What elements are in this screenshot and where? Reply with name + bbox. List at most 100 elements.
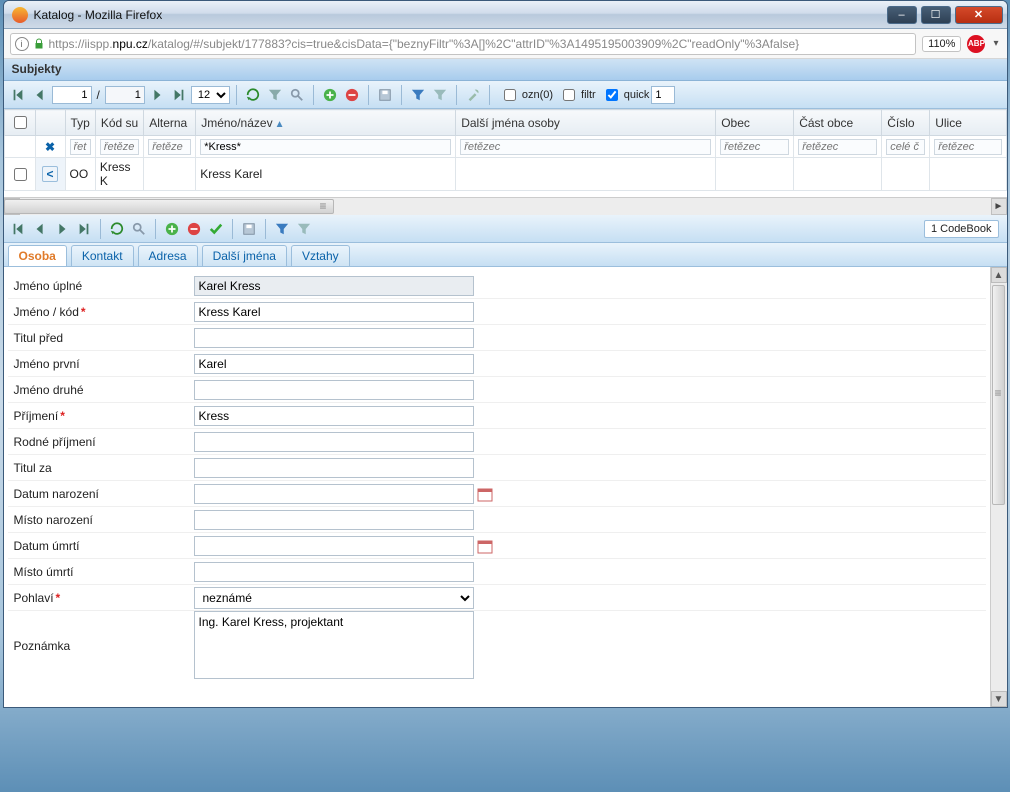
first-page-button[interactable] <box>8 85 28 105</box>
field-pohlavi[interactable]: neznámé <box>194 587 474 609</box>
detail-add-button[interactable] <box>162 219 182 239</box>
detail-filter-off-button[interactable] <box>294 219 314 239</box>
detail-first-button[interactable] <box>8 219 28 239</box>
filter-jmeno[interactable] <box>200 139 451 155</box>
grid-toolbar: / 12 ozn(0) filtr quick <box>4 81 1007 109</box>
adblock-dropdown-icon[interactable]: ▾ <box>991 38 1000 49</box>
quick-checkbox[interactable]: quick <box>602 86 650 104</box>
calendar-icon[interactable] <box>476 537 494 555</box>
page-input[interactable] <box>52 86 92 104</box>
firefox-icon <box>12 7 28 23</box>
window-minimize-button[interactable]: – <box>887 6 917 24</box>
detail-filter-on-button[interactable] <box>272 219 292 239</box>
person-form: Jméno úplné Jméno / kód* Titul před Jmén… <box>4 267 990 707</box>
url-domain: npu.cz <box>113 37 148 51</box>
save-disk-button[interactable] <box>375 85 395 105</box>
funnel-button[interactable] <box>265 85 285 105</box>
url-input[interactable]: i https://iispp.npu.cz/katalog/#/subjekt… <box>10 33 917 55</box>
window-maximize-button[interactable]: ☐ <box>921 6 951 24</box>
page-info-icon[interactable]: i <box>15 37 29 51</box>
filter-row: ✖ <box>4 136 1006 158</box>
tab-adresa[interactable]: Adresa <box>138 245 198 266</box>
field-mistumr[interactable] <box>194 562 474 582</box>
adblock-icon[interactable]: ABP <box>967 35 985 53</box>
detail-remove-button[interactable] <box>184 219 204 239</box>
scroll-vthumb[interactable] <box>992 285 1005 505</box>
filter-dalsi[interactable] <box>460 139 711 155</box>
scroll-up-arrow[interactable]: ▲ <box>991 267 1007 283</box>
filter-kodsu[interactable] <box>100 139 139 155</box>
tab-osoba[interactable]: Osoba <box>8 245 67 266</box>
detail-confirm-button[interactable] <box>206 219 226 239</box>
cell-typ: OO <box>65 158 95 191</box>
field-mistnar[interactable] <box>194 510 474 530</box>
field-titulpred[interactable] <box>194 328 474 348</box>
add-button[interactable] <box>320 85 340 105</box>
field-datnar[interactable] <box>194 484 474 504</box>
detail-last-button[interactable] <box>74 219 94 239</box>
scroll-down-arrow[interactable]: ▼ <box>991 691 1007 707</box>
col-typ[interactable]: Typ <box>65 110 95 136</box>
page-separator: / <box>94 88 103 102</box>
table-row[interactable]: < OO Kress K Kress Karel <box>4 158 1006 191</box>
next-page-button[interactable] <box>147 85 167 105</box>
select-all-checkbox[interactable] <box>14 116 27 129</box>
col-kodsu[interactable]: Kód su <box>95 110 143 136</box>
field-datumr[interactable] <box>194 536 474 556</box>
filter-castobce[interactable] <box>798 139 877 155</box>
scroll-right-arrow[interactable]: ► <box>991 198 1007 215</box>
col-cislo[interactable]: Číslo <box>882 110 930 136</box>
refresh-button[interactable] <box>243 85 263 105</box>
cell-jmeno: Kress Karel <box>196 158 456 191</box>
ozn-checkbox[interactable]: ozn(0) <box>500 86 553 104</box>
col-castobce[interactable]: Část obce <box>794 110 882 136</box>
filter-typ[interactable] <box>70 139 91 155</box>
detail-prev-button[interactable] <box>30 219 50 239</box>
tab-vztahy[interactable]: Vztahy <box>291 245 350 266</box>
row-checkbox[interactable] <box>14 168 27 181</box>
detail-next-button[interactable] <box>52 219 72 239</box>
filter-off-button[interactable] <box>430 85 450 105</box>
filtr-checkbox[interactable]: filtr <box>559 86 596 104</box>
clear-filter-icon[interactable]: ✖ <box>45 140 55 154</box>
detail-search-button[interactable] <box>129 219 149 239</box>
field-jmenoprvni[interactable] <box>194 354 474 374</box>
filter-obec[interactable] <box>720 139 789 155</box>
form-vertical-scrollbar[interactable]: ▲ ▼ <box>990 267 1007 707</box>
col-jmeno[interactable]: Jméno/název▲ <box>196 110 456 136</box>
field-titulza[interactable] <box>194 458 474 478</box>
field-poznamka[interactable] <box>194 611 474 679</box>
col-ulice[interactable]: Ulice <box>930 110 1006 136</box>
tab-kontakt[interactable]: Kontakt <box>71 245 134 266</box>
row-collapse-icon[interactable]: < <box>42 166 57 182</box>
field-prijmeni[interactable] <box>194 406 474 426</box>
filter-cislo[interactable] <box>886 139 925 155</box>
filter-on-button[interactable] <box>408 85 428 105</box>
label-pohlavi: Pohlaví* <box>8 587 194 609</box>
last-page-button[interactable] <box>169 85 189 105</box>
detail-save-button[interactable] <box>239 219 259 239</box>
window-close-button[interactable]: ✕ <box>955 6 1003 24</box>
filter-ulice[interactable] <box>934 139 1001 155</box>
quick-value-input[interactable] <box>651 86 675 104</box>
tools-button[interactable] <box>463 85 483 105</box>
filter-alterna[interactable] <box>148 139 191 155</box>
tab-dalsi-jmena[interactable]: Další jména <box>202 245 287 266</box>
prev-page-button[interactable] <box>30 85 50 105</box>
field-jmenokod[interactable] <box>194 302 474 322</box>
zoom-level[interactable]: 110% <box>922 36 961 52</box>
field-rodne[interactable] <box>194 432 474 452</box>
col-dalsi[interactable]: Další jména osoby <box>456 110 716 136</box>
field-jmenodruhe[interactable] <box>194 380 474 400</box>
codebook-chip[interactable]: 1 CodeBook <box>924 220 999 238</box>
col-alterna[interactable]: Alterna <box>144 110 196 136</box>
calendar-icon[interactable] <box>476 485 494 503</box>
field-jmenouplne <box>194 276 474 296</box>
scroll-thumb[interactable] <box>4 199 334 214</box>
remove-button[interactable] <box>342 85 362 105</box>
detail-refresh-button[interactable] <box>107 219 127 239</box>
col-obec[interactable]: Obec <box>716 110 794 136</box>
search-button[interactable] <box>287 85 307 105</box>
pagesize-select[interactable]: 12 <box>191 86 230 104</box>
grid-horizontal-scrollbar[interactable]: ◄ ► <box>4 197 1007 215</box>
